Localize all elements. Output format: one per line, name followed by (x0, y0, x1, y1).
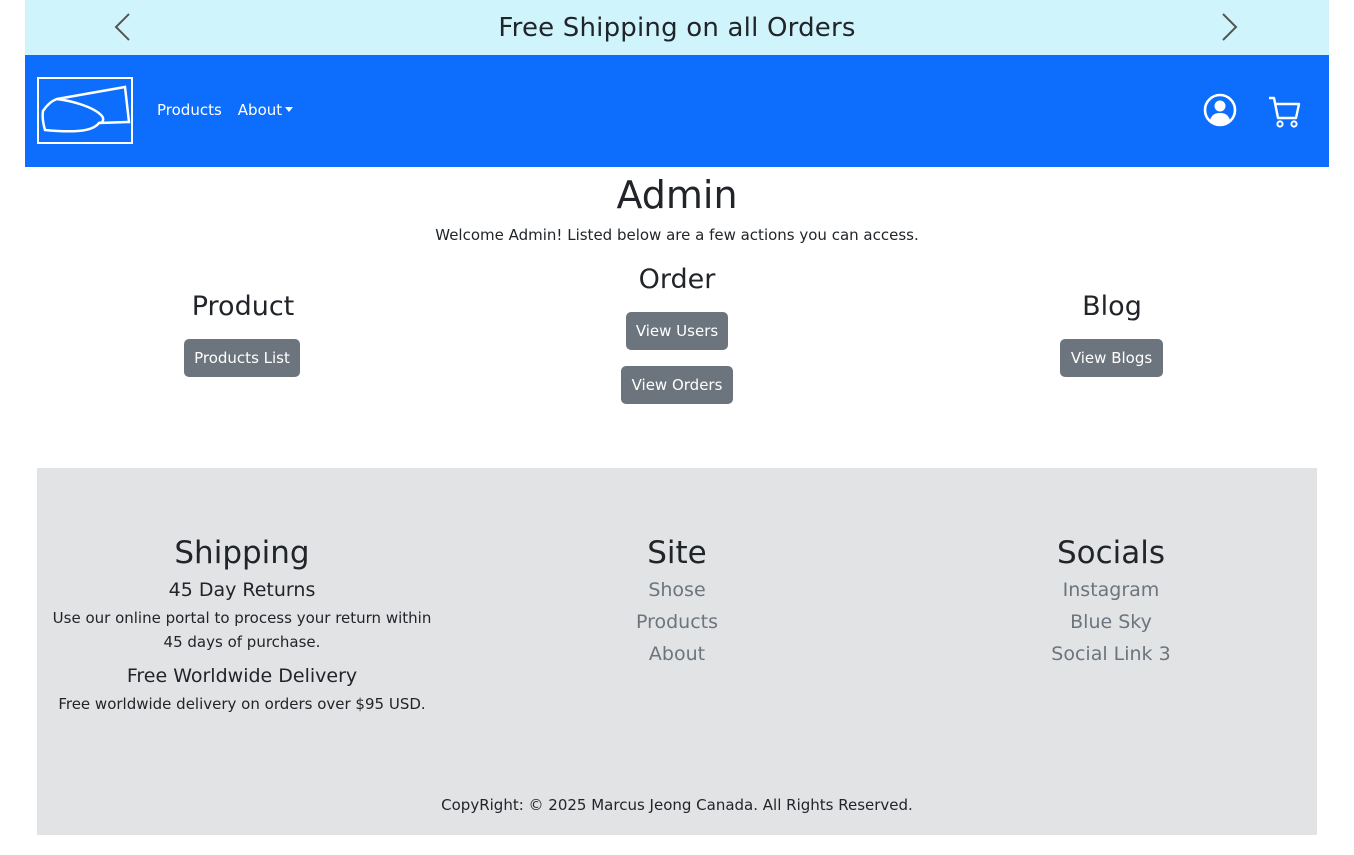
product-heading: Product (191, 291, 295, 322)
user-circle-icon[interactable] (1203, 93, 1237, 127)
social-link-3[interactable]: Social Link 3 (1011, 638, 1211, 670)
page-title: Admin (616, 173, 738, 217)
site-link-products[interactable]: Products (577, 606, 777, 638)
nav-link-about[interactable]: About (237, 101, 294, 119)
social-link-instagram[interactable]: Instagram (1011, 574, 1211, 606)
returns-title: 45 Day Returns (168, 579, 316, 601)
caret-down-icon (285, 107, 294, 112)
cart-icon[interactable] (1267, 94, 1301, 128)
shoe-logo-icon[interactable] (37, 77, 133, 144)
admin-main: Admin Welcome Admin! Listed below are a … (25, 167, 1329, 468)
chevron-left-icon[interactable] (113, 12, 133, 42)
welcome-text: Welcome Admin! Listed below are a few ac… (435, 226, 919, 244)
footer: Shipping 45 Day Returns Use our online p… (37, 468, 1317, 835)
banner-text: Free Shipping on all Orders (498, 12, 856, 43)
shipping-heading: Shipping (174, 535, 310, 571)
delivery-title: Free Worldwide Delivery (126, 665, 358, 687)
navbar: Products About (25, 55, 1329, 167)
nav-link-products[interactable]: Products (157, 101, 222, 119)
view-users-button[interactable]: View Users (626, 312, 728, 350)
view-orders-button[interactable]: View Orders (621, 366, 733, 404)
nav-links: Products About (157, 101, 294, 119)
social-link-bluesky[interactable]: Blue Sky (1011, 606, 1211, 638)
chevron-right-icon[interactable] (1219, 12, 1239, 42)
view-blogs-button[interactable]: View Blogs (1060, 339, 1163, 377)
delivery-text: Free worldwide delivery on orders over $… (58, 695, 426, 713)
footer-shipping: Shipping 45 Day Returns Use our online p… (49, 532, 435, 716)
order-heading: Order (638, 264, 716, 295)
returns-text: Use our online portal to process your re… (52, 609, 432, 651)
site-link-about[interactable]: About (577, 638, 777, 670)
page-wrapper: Free Shipping on all Orders Products Abo… (25, 0, 1329, 468)
announcement-banner: Free Shipping on all Orders (25, 0, 1329, 55)
products-list-button[interactable]: Products List (184, 339, 300, 377)
site-link-shose[interactable]: Shose (577, 574, 777, 606)
copyright-text: CopyRight: © 2025 Marcus Jeong Canada. A… (441, 796, 913, 814)
blog-heading: Blog (1082, 291, 1142, 322)
socials-heading: Socials (1056, 535, 1166, 571)
nav-link-about-label: About (237, 101, 283, 119)
site-heading: Site (647, 535, 707, 571)
footer-site: Site Shose Products About (577, 532, 777, 670)
footer-socials: Socials Instagram Blue Sky Social Link 3 (1011, 532, 1211, 670)
